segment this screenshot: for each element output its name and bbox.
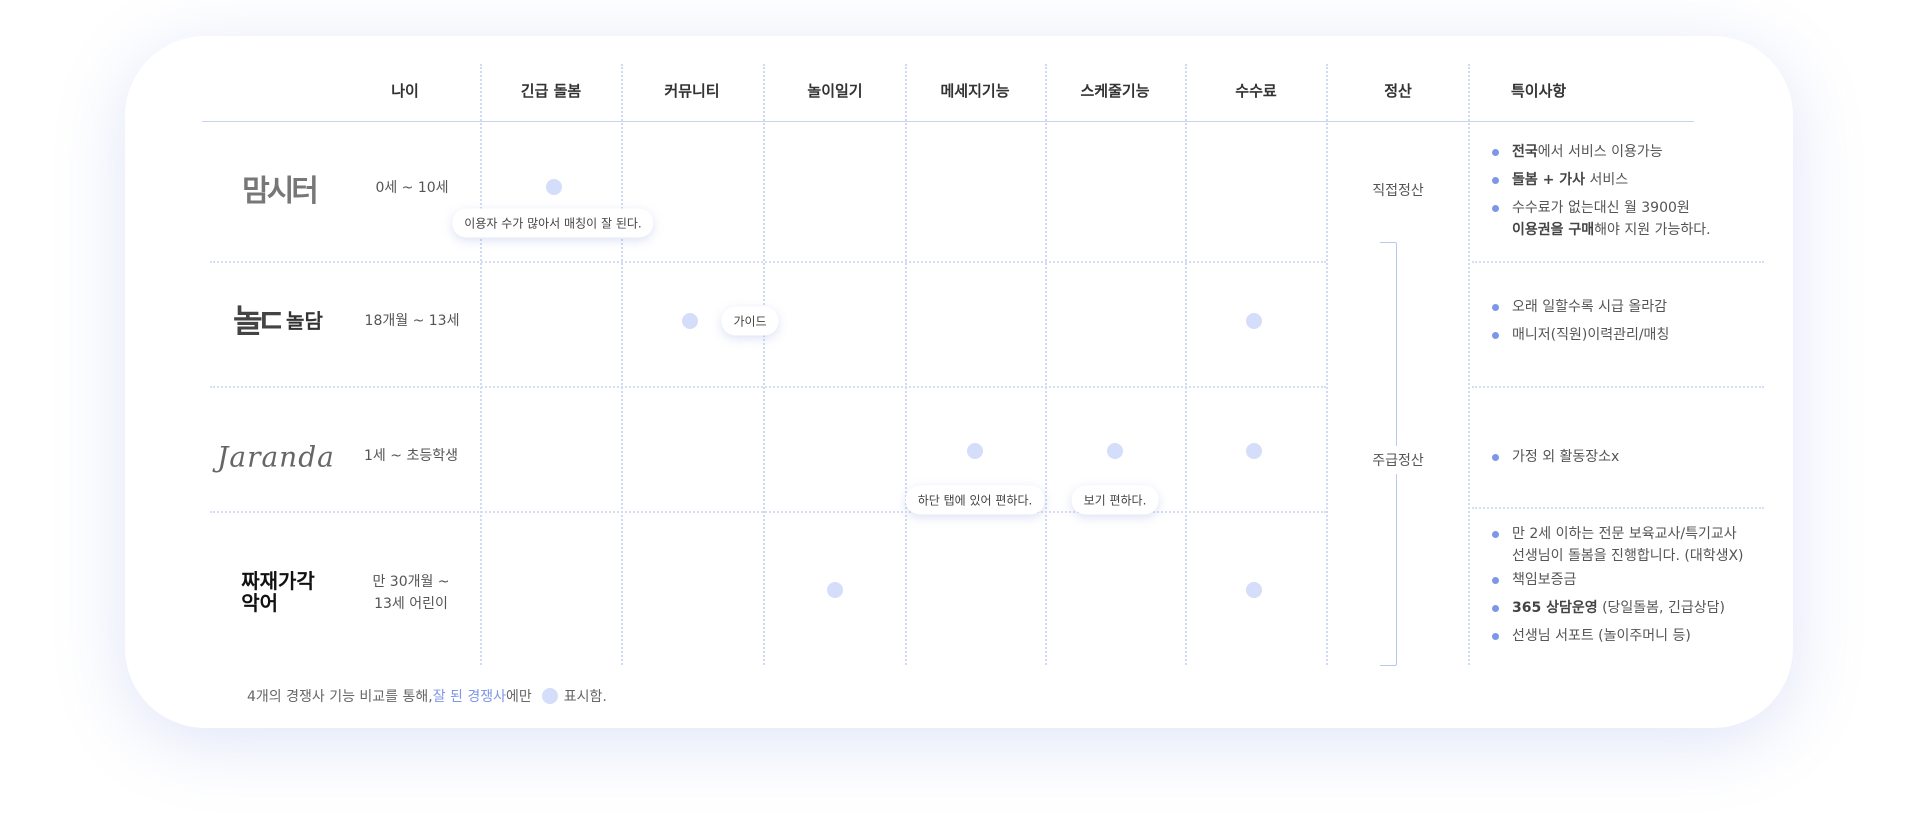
row-divider (1472, 261, 1764, 263)
note-item: 만 2세 이하는 전문 보육교사/특기교사 선생님이 돌봄을 진행합니다. (대학… (1492, 523, 1744, 567)
notes-list: 오래 일할수록 시급 올라감 매니저(직원)이력관리/매칭 (1492, 296, 1669, 352)
age-range: 1세 ~ 초등학생 (364, 448, 458, 464)
feature-dot (1107, 443, 1123, 459)
column-divider (480, 64, 482, 665)
jjak-akeo-logo: 짜재가각 악어 (241, 569, 315, 615)
tooltip: 이용자 수가 많아서 매칭이 잘 된다. (452, 208, 654, 238)
header-fee: 수수료 (1235, 82, 1277, 100)
row-divider (210, 261, 1326, 263)
note-item: 선생님 서포트 (놀이주머니 등) (1492, 625, 1744, 647)
note-item: 책임보증금 (1492, 569, 1744, 591)
legend-footer: 4개의 경쟁사 기능 비교를 통해, 잘 된 경쟁사 에만 표시함. (247, 688, 607, 705)
feature-dot (1246, 443, 1262, 459)
feature-dot (967, 443, 983, 459)
feature-dot (827, 582, 843, 598)
header-message: 메세지기능 (940, 82, 1010, 100)
header-schedule: 스케줄기능 (1080, 82, 1150, 100)
header-divider (202, 121, 1694, 122)
note-item: 전국에서 서비스 이용가능 (1492, 141, 1711, 163)
header-emergency-care: 긴급 돌봄 (520, 82, 582, 100)
note-item: 오래 일할수록 시급 올라감 (1492, 296, 1669, 318)
column-divider (1468, 64, 1470, 665)
momsitter-logo: 맘시터 (242, 174, 319, 209)
row-divider (1472, 386, 1764, 388)
header-notes: 특이사항 (1511, 82, 1567, 100)
age-range: 만 30개월 ~ 13세 어린이 (372, 574, 450, 612)
settlement-weekly: 주급정산 (1372, 446, 1424, 474)
feature-dot (1246, 582, 1262, 598)
header-age: 나이 (391, 82, 419, 100)
age-range: 0세 ~ 10세 (375, 180, 449, 196)
notes-list: 만 2세 이하는 전문 보육교사/특기교사 선생님이 돌봄을 진행합니다. (대학… (1492, 523, 1744, 653)
row-divider (210, 511, 1326, 513)
column-divider (621, 64, 623, 665)
header-settlement: 정산 (1384, 82, 1412, 100)
row-divider (210, 386, 1326, 388)
column-divider (1185, 64, 1187, 665)
notes-list: 전국에서 서비스 이용가능 돌봄 + 가사 서비스 수수료가 없는대신 월 39… (1492, 141, 1711, 241)
tooltip: 하단 탭에 있어 편하다. (905, 485, 1045, 515)
column-divider (905, 64, 907, 665)
note-item: 365 상담운영 (당일돌봄, 긴급상담) (1492, 597, 1744, 619)
legend-dot (541, 688, 558, 704)
header-play-diary: 놀이일기 (807, 82, 863, 100)
notes-list: 가정 외 활동장소x (1492, 446, 1619, 474)
feature-dot (1246, 313, 1262, 329)
settlement-direct: 직접정산 (1372, 176, 1424, 204)
feature-dot (546, 179, 562, 195)
note-item: 가정 외 활동장소x (1492, 446, 1619, 468)
tooltip: 보기 편하다. (1071, 485, 1159, 515)
feature-dot (682, 313, 698, 329)
noldam-logo: 놀ㄷ 놀담 (233, 302, 323, 340)
jaranda-logo: Jaranda (217, 440, 335, 474)
header-community: 커뮤니티 (664, 82, 720, 100)
note-item: 수수료가 없는대신 월 3900원 이용권을 구매해야 지원 가능하다. (1492, 197, 1711, 241)
column-divider (1045, 64, 1047, 665)
note-item: 매니저(직원)이력관리/매칭 (1492, 324, 1669, 346)
row-divider (1472, 507, 1764, 509)
age-range: 18개월 ~ 13세 (364, 313, 460, 329)
tooltip: 가이드 (721, 306, 779, 336)
column-divider (763, 64, 765, 665)
note-item: 돌봄 + 가사 서비스 (1492, 169, 1711, 191)
column-divider (1326, 64, 1328, 665)
